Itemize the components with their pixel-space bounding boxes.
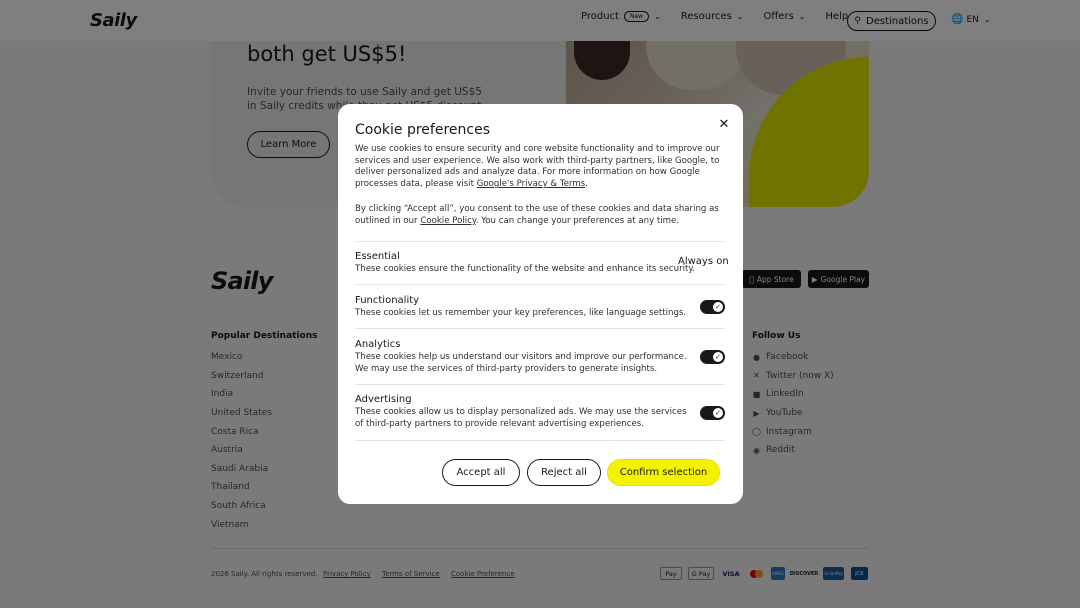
advertising-toggle[interactable]: ✓ (700, 406, 725, 420)
category-advertising-desc: These cookies allow us to display person… (355, 407, 687, 429)
intro-text: . (585, 179, 588, 190)
always-on-label: Always on (678, 256, 729, 267)
category-functionality-title: Functionality (355, 295, 420, 306)
accept-all-button[interactable]: Accept all (442, 459, 520, 486)
category-functionality-desc: These cookies let us remember your key p… (355, 308, 687, 318)
category-analytics-title: Analytics (355, 339, 401, 350)
divider (355, 284, 725, 285)
analytics-toggle[interactable]: ✓ (700, 350, 725, 364)
modal-intro-text: We use cookies to ensure security and co… (355, 144, 727, 191)
divider (355, 328, 725, 329)
divider (355, 384, 725, 385)
google-privacy-link[interactable]: Google's Privacy & Terms (477, 179, 585, 189)
cookie-preferences-modal: Cookie preferences ✕ We use cookies to e… (338, 104, 743, 504)
divider (355, 440, 725, 441)
check-icon: ✓ (713, 352, 723, 362)
category-essential-title: Essential (355, 251, 400, 262)
confirm-selection-button[interactable]: Confirm selection (607, 459, 720, 486)
consent-text: . You can change your preferences at any… (475, 215, 680, 226)
modal-consent-text: By clicking “Accept all”, you consent to… (355, 204, 727, 227)
category-advertising-title: Advertising (355, 394, 412, 405)
close-icon[interactable]: ✕ (716, 116, 732, 132)
check-icon: ✓ (713, 302, 723, 312)
reject-all-button[interactable]: Reject all (527, 459, 601, 486)
cookie-policy-link[interactable]: Cookie Policy (420, 216, 475, 226)
divider (355, 241, 725, 242)
modal-title: Cookie preferences (355, 122, 490, 138)
category-analytics-desc: These cookies help us understand our vis… (355, 352, 687, 374)
category-essential-desc: These cookies ensure the functionality o… (355, 264, 695, 274)
functionality-toggle[interactable]: ✓ (700, 300, 725, 314)
check-icon: ✓ (713, 408, 723, 418)
